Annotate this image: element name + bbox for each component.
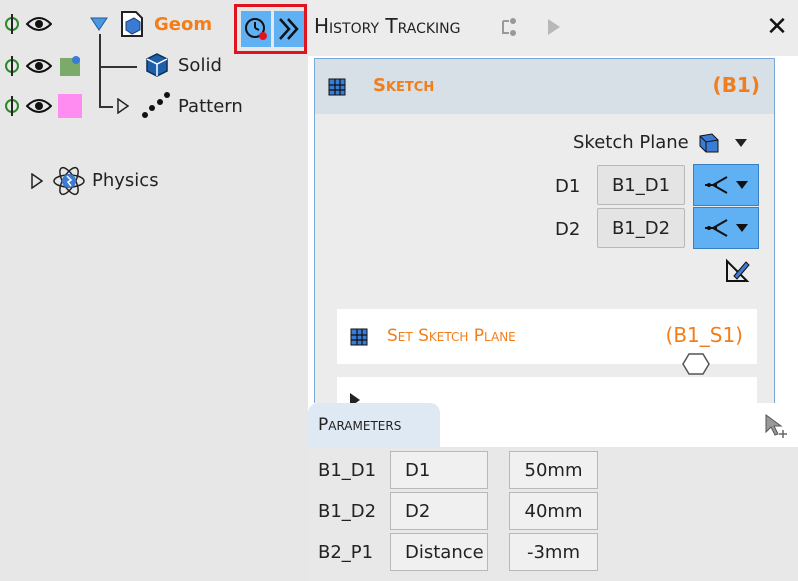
parameters-table: B1_D1 D1 50mm B1_D2 D2 40mm B2_P1 Distan… [308,447,798,581]
d2-dimension-button[interactable] [693,207,759,249]
step-title: Set Sketch Plane [387,326,516,346]
solid-color-swatch-icon[interactable] [58,54,82,78]
chevron-down-icon [736,224,748,232]
chevron-down-icon[interactable] [733,137,749,149]
branch-icon[interactable] [498,14,524,40]
add-node-icon[interactable] [2,56,22,76]
add-node-icon[interactable] [2,14,22,34]
model-tree: Geom Solid Pattern Physics [0,0,308,581]
timeline-marker-icon[interactable] [681,351,711,377]
plane-icon[interactable] [697,131,721,155]
param-row-value[interactable]: 50mm [509,451,598,489]
d1-dimension-button[interactable] [693,164,759,206]
physics-label[interactable]: Physics [92,170,159,191]
eye-icon[interactable] [26,96,52,116]
d2-value-button[interactable]: B1_D2 [597,208,685,248]
expand-down-icon[interactable] [90,16,108,32]
double-chevron-icon[interactable] [274,11,304,47]
close-icon[interactable]: ✕ [762,12,792,42]
expand-right-icon[interactable] [116,97,130,115]
play-icon[interactable] [544,16,564,38]
sketch-icon [347,325,371,349]
d2-label: D2 [555,219,581,240]
param-row-name: B1_D2 [318,501,377,522]
step-id: (B1_S1) [665,323,743,347]
atom-icon [52,164,86,198]
param-row-name: B2_P1 [318,542,374,563]
dimension-icon [705,219,728,237]
param-row-parameter[interactable]: D2 [390,492,488,530]
edit-sketch-icon[interactable] [723,257,751,285]
eye-icon[interactable] [26,56,52,76]
cube-icon [144,52,170,78]
parameters-tab-label: Parameters [318,415,402,435]
pattern-label[interactable]: Pattern [178,96,243,117]
expand-right-icon[interactable] [30,172,44,190]
sketch-plane-label: Sketch Plane [573,132,689,153]
sketch-header[interactable]: Sketch (B1) [315,59,774,114]
solid-label[interactable]: Solid [178,55,222,76]
sketch-section: Sketch (B1) Sketch Plane D1 B1_D1 D2 B1_… [314,58,775,409]
tree-connector [99,106,113,108]
d1-label: D1 [555,176,581,197]
geom-icon [118,10,146,38]
eye-icon[interactable] [26,14,52,34]
dots-icon [140,90,170,120]
sketch-id: (B1) [712,73,760,97]
param-row-name: B1_D1 [318,460,377,481]
panel-title: History Tracking [314,14,461,38]
parameters-tab[interactable]: Parameters [308,403,440,447]
cursor-add-icon[interactable] [762,411,790,439]
pattern-color-swatch[interactable] [58,94,82,118]
tree-connector [99,68,101,108]
param-row-parameter[interactable]: D1 [390,451,488,489]
dimension-icon [705,176,728,194]
tree-connector [99,66,137,68]
d1-value-button[interactable]: B1_D1 [597,165,685,205]
param-row-parameter[interactable]: Distance [390,533,488,571]
parameters-panel: Parameters B1_D1 D1 50mm B1_D2 D2 40mm B… [308,403,798,581]
tree-connector [99,34,101,68]
chevron-down-icon [736,181,748,189]
add-node-icon[interactable] [2,96,22,116]
panel-header: History Tracking ✕ [308,0,798,56]
sketch-title: Sketch [373,75,435,96]
history-tools-highlight [234,4,307,54]
param-row-value[interactable]: -3mm [509,533,598,571]
sketch-icon [325,75,349,99]
history-clock-icon[interactable] [241,11,271,47]
geom-label[interactable]: Geom [154,14,212,35]
param-row-value[interactable]: 40mm [509,492,598,530]
